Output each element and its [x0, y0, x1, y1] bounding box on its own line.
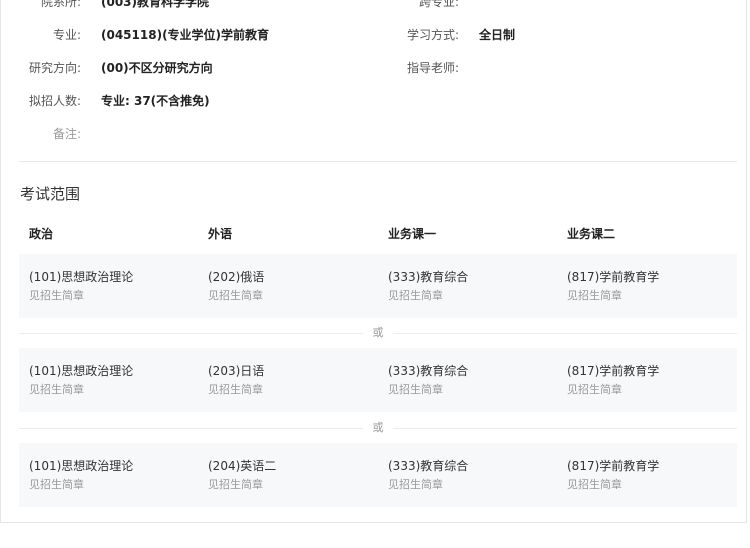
subject-name: (101)思想政治理论: [29, 459, 134, 473]
subject-note: 见招生简章: [208, 289, 263, 302]
exam-cell-politics: (101)思想政治理论 见招生简章: [29, 457, 133, 493]
or-separator: 或: [19, 326, 737, 340]
quota-label: 拟招人数:: [28, 94, 81, 108]
exam-option-1: (101)思想政治理论 见招生简章 (202)俄语 见招生简章 (333)教育综…: [19, 254, 737, 318]
subject-name: (333)教育综合: [388, 270, 469, 284]
subject-note: 见招生简章: [29, 478, 84, 491]
program-detail-card: 院系所: (003)教育科学学院 跨专业: 专业: (045118)(专业学位)…: [0, 0, 747, 523]
subject-note: 见招生简章: [388, 289, 443, 302]
subject-name: (817)学前教育学: [567, 459, 660, 473]
info-row-dept: 院系所: (003)教育科学学院 跨专业:: [1, 0, 748, 12]
exam-cell-foreign-language: (204)英语二 见招生简章: [208, 457, 276, 493]
col-head-politics: 政治: [29, 227, 54, 241]
dept-value: (003)教育科学学院: [101, 0, 210, 9]
exam-cell-course-two: (817)学前教育学 见招生简章: [567, 362, 659, 398]
direction-label: 研究方向:: [28, 61, 81, 75]
subject-note: 见招生简章: [567, 383, 622, 396]
col-head-course-one: 业务课一: [388, 227, 437, 241]
subject-name: (101)思想政治理论: [29, 364, 134, 378]
subject-note: 见招生简章: [388, 478, 443, 491]
exam-scope-title: 考试范围: [20, 185, 81, 203]
major-value: (045118)(专业学位)学前教育: [101, 28, 270, 42]
col-head-foreign-language: 外语: [208, 227, 233, 241]
subject-note: 见招生简章: [567, 478, 622, 491]
exam-cell-course-one: (333)教育综合 见招生简章: [388, 457, 468, 493]
direction-value: (00)不区分研究方向: [101, 61, 213, 75]
info-row-remark: 备注:: [1, 124, 748, 144]
info-row-direction: 研究方向: (00)不区分研究方向 指导老师:: [1, 58, 748, 78]
subject-name: (204)英语二: [208, 459, 277, 473]
subject-name: (101)思想政治理论: [29, 270, 134, 284]
exam-cell-course-one: (333)教育综合 见招生简章: [388, 268, 468, 304]
quota-value: 专业: 37(不含推免): [101, 94, 210, 108]
exam-option-2: (101)思想政治理论 见招生简章 (203)日语 见招生简章 (333)教育综…: [19, 348, 737, 412]
study-mode-value: 全日制: [479, 28, 516, 42]
dept-label: 院系所:: [40, 0, 81, 9]
section-divider: [19, 161, 737, 162]
exam-cell-course-two: (817)学前教育学 见招生简章: [567, 268, 659, 304]
subject-note: 见招生简章: [208, 478, 263, 491]
subject-note: 见招生简章: [567, 289, 622, 302]
subject-name: (202)俄语: [208, 270, 265, 284]
subject-name: (333)教育综合: [388, 364, 469, 378]
subject-name: (817)学前教育学: [567, 364, 660, 378]
study-mode-label: 学习方式:: [406, 28, 459, 42]
subject-note: 见招生简章: [29, 289, 84, 302]
subject-note: 见招生简章: [208, 383, 263, 396]
subject-name: (203)日语: [208, 364, 265, 378]
major-label: 专业:: [52, 28, 81, 42]
info-row-major: 专业: (045118)(专业学位)学前教育 学习方式: 全日制: [1, 25, 748, 45]
info-row-quota: 拟招人数: 专业: 37(不含推免): [1, 91, 748, 111]
exam-cell-course-two: (817)学前教育学 见招生简章: [567, 457, 659, 493]
col-head-course-two: 业务课二: [567, 227, 616, 241]
exam-cell-foreign-language: (203)日语 见招生简章: [208, 362, 264, 398]
subject-name: (333)教育综合: [388, 459, 469, 473]
exam-cell-politics: (101)思想政治理论 见招生简章: [29, 362, 133, 398]
remark-label: 备注:: [52, 127, 81, 141]
subject-note: 见招生简章: [388, 383, 443, 396]
or-text: 或: [372, 326, 384, 339]
cross-major-label: 跨专业:: [418, 0, 459, 9]
advisor-label: 指导老师:: [406, 61, 459, 75]
exam-cell-foreign-language: (202)俄语 见招生简章: [208, 268, 264, 304]
or-separator: 或: [19, 421, 737, 435]
subject-note: 见招生简章: [29, 383, 84, 396]
exam-cell-politics: (101)思想政治理论 见招生简章: [29, 268, 133, 304]
exam-cell-course-one: (333)教育综合 见招生简章: [388, 362, 468, 398]
exam-option-3: (101)思想政治理论 见招生简章 (204)英语二 见招生简章 (333)教育…: [19, 443, 737, 507]
subject-name: (817)学前教育学: [567, 270, 660, 284]
or-text: 或: [372, 421, 384, 434]
